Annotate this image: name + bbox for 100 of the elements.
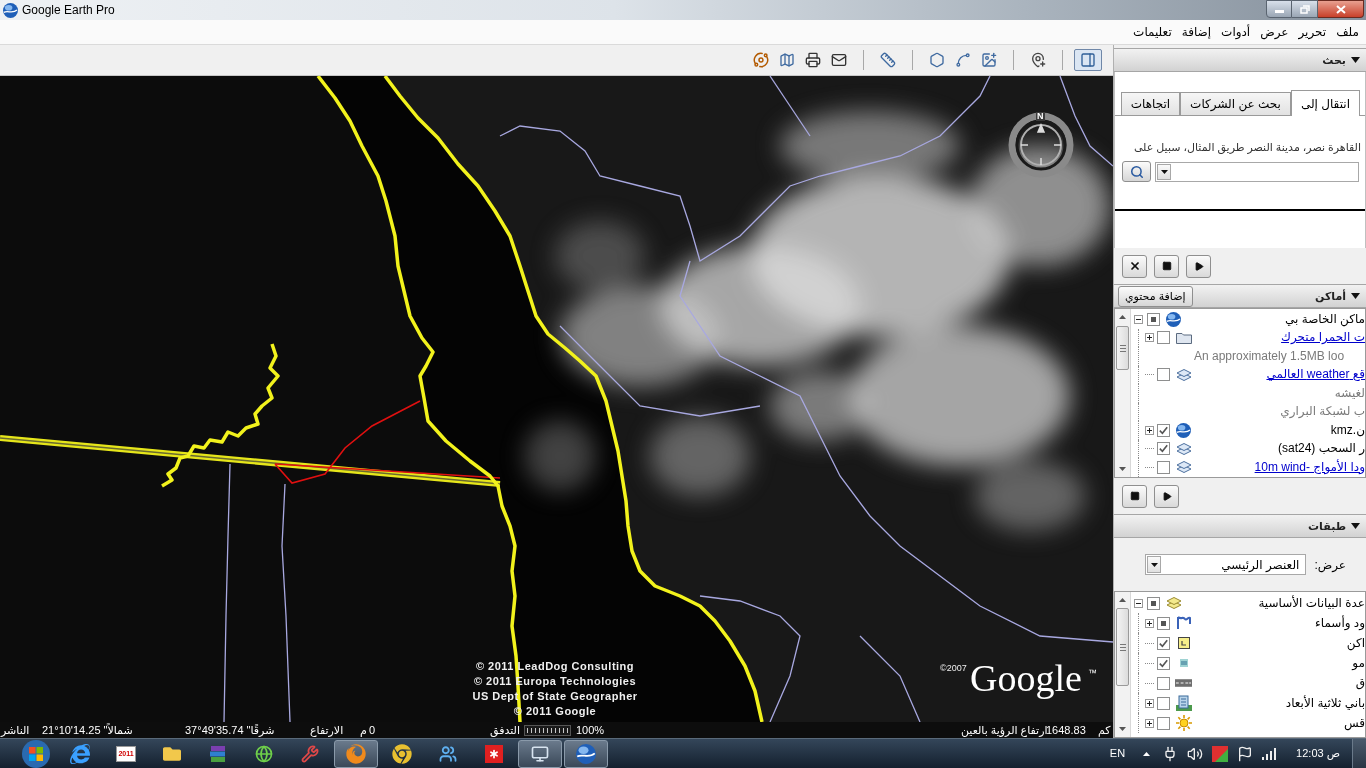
menu-item[interactable]: ملف — [1331, 23, 1364, 41]
search-field[interactable] — [1155, 161, 1359, 182]
panel-toggle[interactable]: أماكن — [1315, 287, 1360, 305]
tree-item-label[interactable]: مو — [1352, 655, 1365, 671]
view-label: عرض: — [1314, 556, 1346, 574]
stop-button[interactable] — [1154, 254, 1179, 278]
checkbox[interactable] — [1147, 596, 1160, 610]
tree-item-label[interactable]: ن.kmz — [1330, 422, 1365, 438]
checkbox[interactable] — [1147, 312, 1160, 326]
menu-item[interactable]: تحرير — [1293, 23, 1332, 41]
checkbox[interactable] — [1157, 616, 1170, 630]
tree-item-label[interactable]: باني ثلاثية الأبعاد — [1285, 695, 1365, 711]
view-select[interactable]: العنصر الرئيسي — [1145, 554, 1307, 575]
globe-icon — [1166, 311, 1181, 327]
taskbar-app-button[interactable] — [564, 739, 608, 768]
e-letter-icon — [70, 743, 90, 764]
dropdown-button[interactable] — [1157, 163, 1171, 180]
tree-item-label[interactable]: ماكن الخاصة بي — [1285, 311, 1365, 327]
stop-button[interactable] — [1122, 484, 1147, 508]
signal-bars-icon[interactable] — [1262, 747, 1279, 760]
flag-icon[interactable] — [1237, 745, 1254, 762]
start-button[interactable] — [19, 739, 53, 768]
tab[interactable]: بحث عن الشركات — [1180, 92, 1291, 115]
caret-button[interactable] — [1147, 556, 1162, 573]
tab[interactable]: اتجاهات — [1120, 92, 1181, 115]
checkbox[interactable] — [1157, 676, 1170, 690]
expand-toggle[interactable] — [1145, 425, 1154, 435]
compass-control[interactable]: N — [1008, 112, 1074, 178]
split-square-icon[interactable] — [1212, 745, 1229, 762]
minimize-button[interactable] — [1266, 0, 1292, 18]
menu-item[interactable]: إضافة — [1176, 23, 1217, 41]
menu-item[interactable]: عرض — [1255, 23, 1294, 41]
tree-item-label[interactable]: ر السحب (sat24) — [1277, 441, 1365, 457]
trademark-sign: ™ — [1088, 668, 1097, 678]
orbit-icon — [753, 52, 769, 68]
tree-item-link[interactable]: ودا الأمواج -10m wind — [1254, 459, 1365, 475]
checkbox[interactable] — [1157, 636, 1170, 650]
status-text: التدفق — [490, 723, 520, 737]
panel-toggle[interactable]: بحث — [1322, 51, 1360, 69]
tree-item-label[interactable]: عدة البيانات الأساسية — [1258, 595, 1365, 611]
checkbox[interactable] — [1157, 423, 1170, 437]
scrollbar[interactable] — [1115, 592, 1131, 737]
tree-item-label[interactable]: ود وأسماء — [1315, 615, 1365, 631]
printer-icon — [805, 52, 821, 68]
tab[interactable]: انتقال إلى — [1290, 90, 1360, 116]
language-indicator[interactable]: EN — [1109, 745, 1126, 762]
scrollbar[interactable] — [1115, 309, 1131, 477]
caret-icon — [1150, 562, 1158, 567]
elevation-value: 0 — [369, 723, 376, 737]
clock[interactable]: 12:03 ص — [1296, 745, 1340, 762]
checkbox[interactable] — [1157, 656, 1170, 670]
expand-toggle[interactable] — [1134, 598, 1143, 608]
expand-toggle[interactable] — [1145, 333, 1154, 343]
status-text: الناشر — [1, 723, 30, 737]
small-square-icon — [1151, 600, 1156, 606]
four-squares-icon — [22, 739, 50, 768]
checkbox[interactable] — [1157, 716, 1170, 730]
expand-toggle[interactable] — [1145, 718, 1154, 728]
play-icon — [1193, 260, 1204, 272]
people-icon — [438, 744, 458, 763]
fox-globe-icon — [346, 743, 366, 764]
clear-button[interactable] — [1122, 254, 1147, 278]
minus-icon — [1136, 600, 1141, 606]
expand-toggle[interactable] — [1134, 314, 1143, 324]
tree-item-label[interactable]: قس — [1343, 715, 1365, 731]
map-icon — [779, 52, 795, 68]
panel-toggle[interactable]: طبقات — [1308, 517, 1360, 535]
show-desktop-button[interactable] — [1352, 739, 1366, 768]
checkbox[interactable] — [1157, 442, 1170, 456]
scrollbar-thumb[interactable] — [1116, 608, 1129, 686]
play-button[interactable] — [1186, 254, 1211, 278]
checkbox[interactable] — [1157, 460, 1170, 474]
hexagon-icon — [929, 52, 945, 68]
speaker-icon[interactable] — [1187, 745, 1204, 762]
checkbox[interactable] — [1157, 696, 1170, 710]
search-button[interactable] — [1122, 161, 1151, 182]
tree-item-label[interactable]: اكن — [1346, 635, 1365, 651]
restore-button[interactable] — [1292, 0, 1318, 18]
tree-item-link[interactable]: قع weather العالمي — [1266, 367, 1365, 383]
stacked-layers-icon — [1165, 596, 1182, 610]
show-hidden-icons-icon[interactable] — [1143, 751, 1151, 756]
scrollbar-thumb[interactable] — [1116, 326, 1129, 370]
expand-toggle[interactable] — [1145, 698, 1154, 708]
play-icon — [1161, 490, 1172, 502]
tree-item-label[interactable]: ق — [1355, 675, 1365, 691]
expand-toggle[interactable] — [1145, 618, 1154, 628]
tree-item-link[interactable]: ت الحمرا متحرك — [1281, 330, 1365, 346]
menu-item[interactable]: تعليمات — [1128, 23, 1177, 41]
folder-icon — [1175, 331, 1192, 344]
tree-item-description: ب لشبكة البراري — [1279, 404, 1365, 420]
checkbox[interactable] — [1157, 331, 1170, 345]
caret-icon — [1160, 169, 1168, 174]
add-content-button[interactable]: إضافة محتوي — [1118, 285, 1193, 307]
play-button[interactable] — [1154, 484, 1179, 508]
checkbox[interactable] — [1157, 368, 1170, 382]
taskbar-app-button[interactable] — [518, 739, 562, 768]
photo-icon — [1179, 659, 1188, 667]
close-button[interactable] — [1318, 0, 1364, 18]
menu-item[interactable]: أدوات — [1216, 23, 1256, 41]
plus-icon — [1147, 427, 1152, 433]
